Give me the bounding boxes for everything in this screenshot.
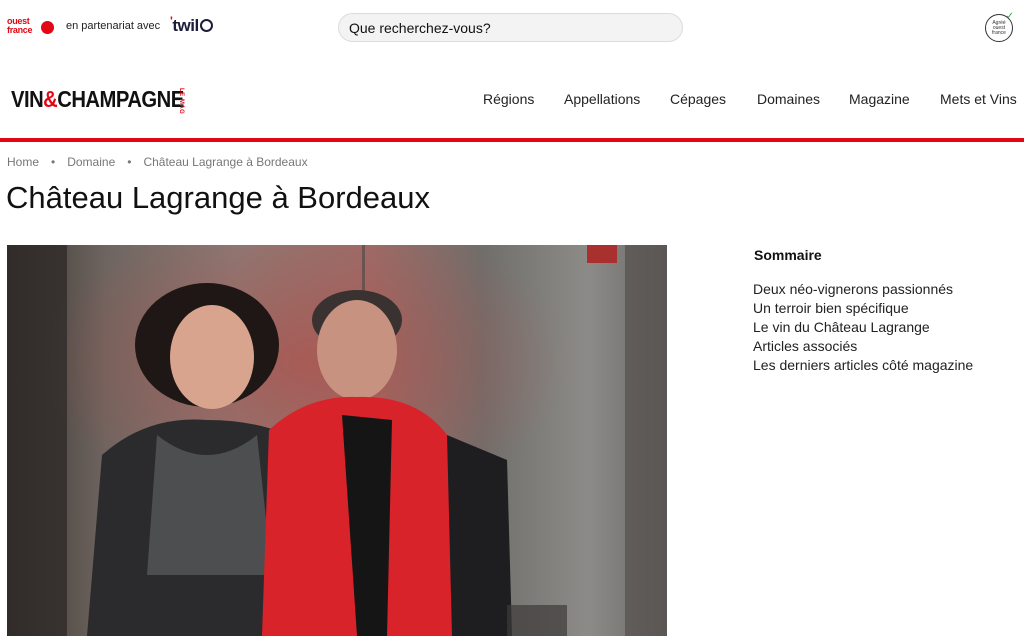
nav-magazine[interactable]: Magazine	[849, 91, 910, 107]
twil-ring-icon	[199, 19, 213, 32]
ouest-france-dot-icon	[41, 21, 54, 34]
hero-photo-illustration	[7, 245, 667, 636]
breadcrumb-home[interactable]: Home	[7, 155, 39, 169]
breadcrumb-separator: •	[127, 155, 132, 169]
article-hero-image	[7, 245, 667, 636]
sommaire-item[interactable]: Un terroir bien spécifique	[753, 300, 909, 316]
sommaire-item[interactable]: Articles associés	[753, 338, 857, 354]
ouest-france-logo[interactable]: ouest france	[7, 17, 55, 39]
badge-text: Agréé ouest france	[992, 20, 1006, 36]
logo-part-vin: VIN	[11, 86, 44, 112]
check-icon: ✓	[1005, 11, 1014, 22]
logo-part-champagne: CHAMPAGNE	[57, 86, 184, 112]
agree-ouest-france-badge: Agréé ouest france ✓	[985, 11, 1014, 42]
logo-ampersand: &	[43, 86, 58, 112]
breadcrumb: Home • Domaine • Château Lagrange à Bordeaux	[7, 155, 308, 169]
breadcrumb-separator: •	[51, 155, 56, 169]
nav-mets-et-vins[interactable]: Mets et Vins	[940, 91, 1017, 107]
nav-appellations[interactable]: Appellations	[564, 91, 640, 107]
nav-domaines[interactable]: Domaines	[757, 91, 820, 107]
sommaire-title: Sommaire	[754, 247, 822, 263]
sommaire-item[interactable]: Deux néo-vignerons passionnés	[753, 281, 953, 297]
partner-text: en partenariat avec	[66, 20, 161, 32]
twil-logo[interactable]: 'twil	[170, 14, 213, 36]
twil-logo-text: twil	[172, 16, 199, 35]
nav-cepages[interactable]: Cépages	[670, 91, 726, 107]
search-input[interactable]: Que recherchez-vous?	[338, 13, 683, 42]
page-title: Château Lagrange à Bordeaux	[6, 180, 430, 215]
breadcrumb-current: Château Lagrange à Bordeaux	[143, 155, 308, 169]
header-divider	[0, 138, 1024, 142]
site-logo[interactable]: VIN&CHAMPAGNE	[11, 86, 184, 113]
top-bar: ouest france en partenariat avec 'twil Q…	[0, 0, 1024, 58]
nav-regions[interactable]: Régions	[483, 91, 534, 107]
sommaire-item[interactable]: Les derniers articles côté magazine	[753, 357, 973, 373]
breadcrumb-domaine[interactable]: Domaine	[67, 155, 115, 169]
sommaire-item[interactable]: Le vin du Château Lagrange	[753, 319, 930, 335]
site-header: VIN&CHAMPAGNE LE MAG Régions Appellation…	[0, 58, 1024, 140]
logo-le-mag: LE MAG	[178, 88, 184, 115]
